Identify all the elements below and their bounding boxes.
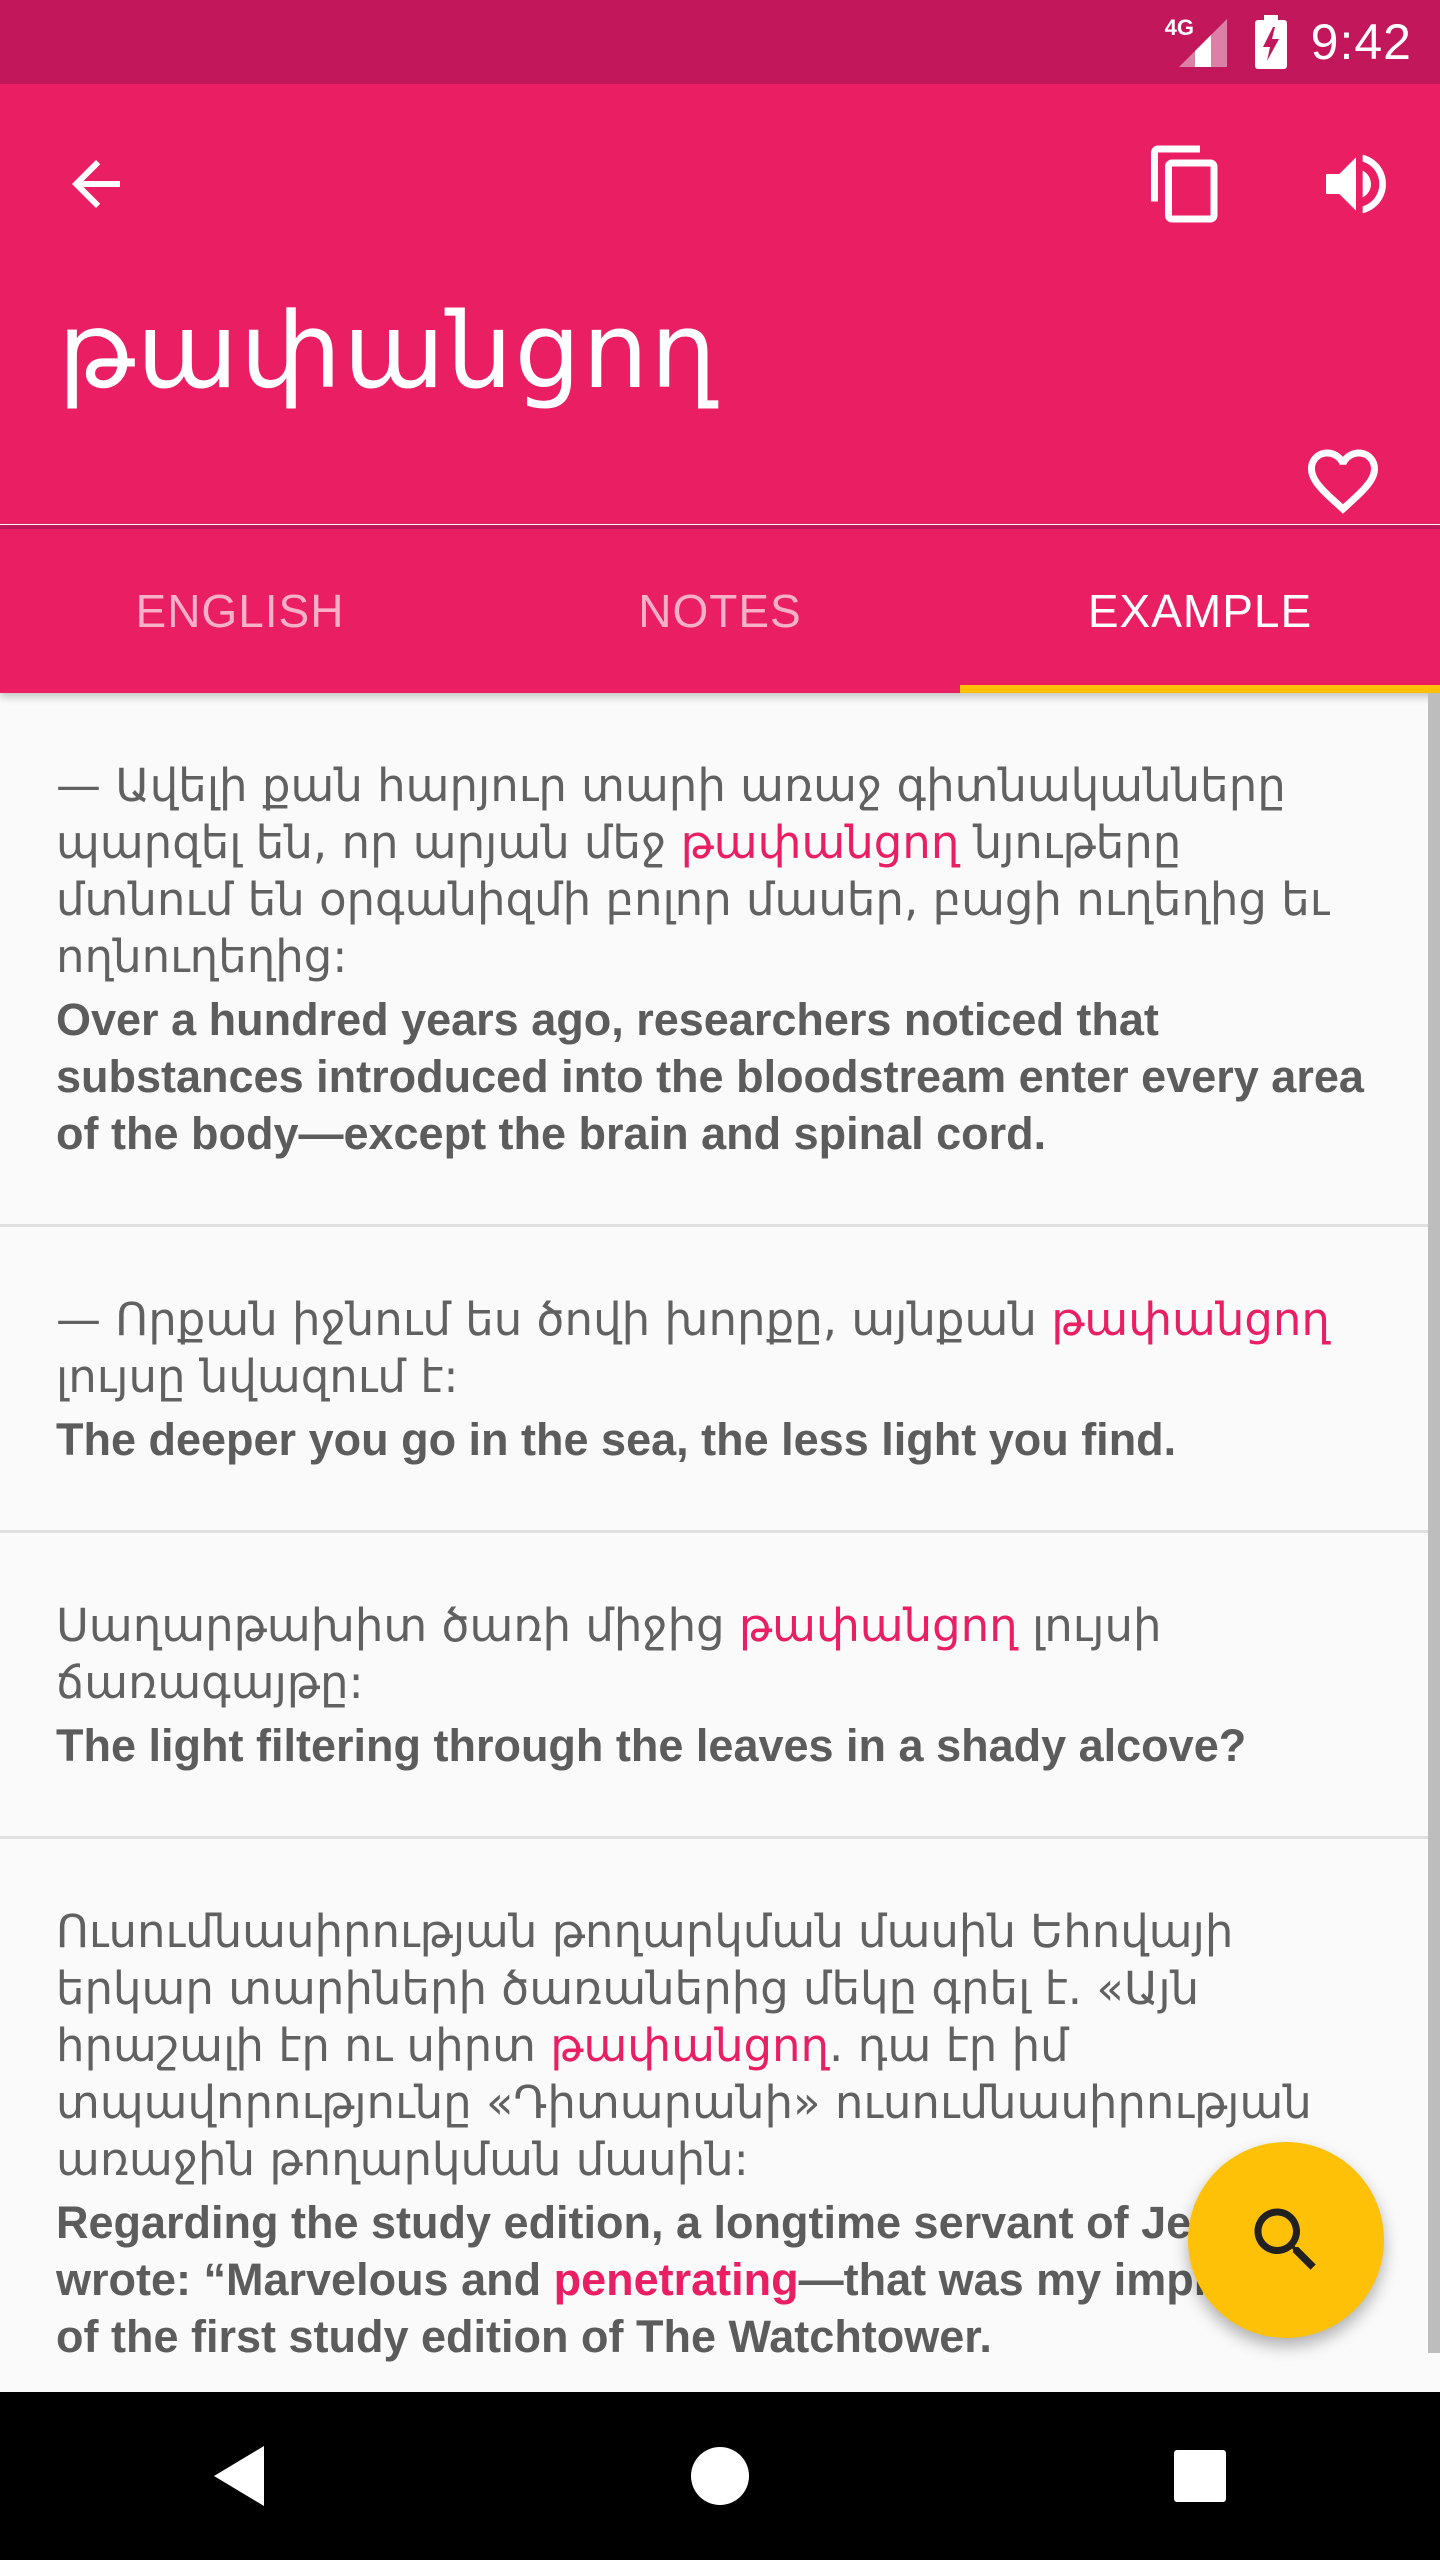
example-english: The light filtering through the leaves i… (56, 1720, 1247, 1771)
search-icon (1254, 2208, 1316, 2270)
volume-up-icon (1326, 154, 1386, 214)
example-item: Սաղարթախիտ ծառի միջից թափանցող լույսի ճա… (0, 1533, 1428, 1839)
home-circle-icon (691, 2447, 749, 2505)
example-item: Ուսումնասիրության թողարկման մասին Եհովայ… (0, 1839, 1428, 2393)
highlighted-term: թափանցող (738, 1599, 1018, 1652)
highlighted-term: թափանցող (1051, 1293, 1330, 1346)
status-bar: 4G 9:42 (0, 0, 1440, 84)
arrow-back-icon (72, 160, 120, 208)
nav-back-button[interactable] (170, 2406, 310, 2546)
scrollbar[interactable] (1428, 693, 1440, 2353)
example-armenian: — Ավելի քան հարյուր տարի առաջ գիտնականնե… (56, 759, 1330, 983)
back-button[interactable] (40, 128, 152, 240)
example-list[interactable]: — Ավելի քան հարյուր տարի առաջ գիտնականնե… (0, 693, 1428, 2393)
back-triangle-icon (214, 2446, 264, 2506)
tab-notes[interactable]: NOTES (480, 529, 960, 693)
heart-outline-icon (1308, 449, 1378, 514)
highlighted-term: թափանցող (680, 816, 960, 869)
battery-charging-icon (1254, 15, 1287, 69)
highlighted-term-english: penetrating (553, 2254, 799, 2305)
copy-icon (1151, 145, 1218, 223)
network-indicator: 4G (1165, 15, 1231, 69)
status-icons: 4G 9:42 (1165, 0, 1412, 84)
status-time: 9:42 (1310, 14, 1412, 70)
example-armenian: Ուսումնասիրության թողարկման մասին Եհովայ… (56, 1905, 1312, 2186)
copy-button[interactable] (1130, 128, 1242, 240)
example-armenian: Սաղարթախիտ ծառի միջից թափանցող լույսի ճա… (56, 1599, 1162, 1709)
example-english: Over a hundred years ago, researchers no… (56, 994, 1364, 1159)
nav-recents-button[interactable] (1130, 2406, 1270, 2546)
example-armenian: — Որքան իջնում ես ծովի խորքը, այնքան թափ… (56, 1293, 1330, 1403)
search-fab-button[interactable] (1188, 2142, 1384, 2338)
tab-english[interactable]: ENGLISH (0, 529, 480, 693)
headword: թափանցող (58, 290, 719, 412)
nav-home-button[interactable] (650, 2406, 790, 2546)
recents-square-icon (1174, 2450, 1226, 2502)
example-english: The deeper you go in the sea, the less l… (56, 1414, 1177, 1465)
tab-bar: ENGLISH NOTES EXAMPLE (0, 529, 1440, 693)
tab-example[interactable]: EXAMPLE (960, 529, 1440, 693)
favorite-button[interactable] (1288, 426, 1398, 536)
highlighted-term: թափանցող (550, 2019, 830, 2072)
example-english: Regarding the study edition, a longtime … (56, 2197, 1354, 2362)
example-item: — Ավելի քան հարյուր տարի առաջ գիտնականնե… (0, 693, 1428, 1227)
example-item: — Որքան իջնում ես ծովի խորքը, այնքան թափ… (0, 1227, 1428, 1533)
navigation-bar (0, 2392, 1440, 2560)
signal-icon (1178, 19, 1227, 67)
speak-button[interactable] (1300, 128, 1412, 240)
